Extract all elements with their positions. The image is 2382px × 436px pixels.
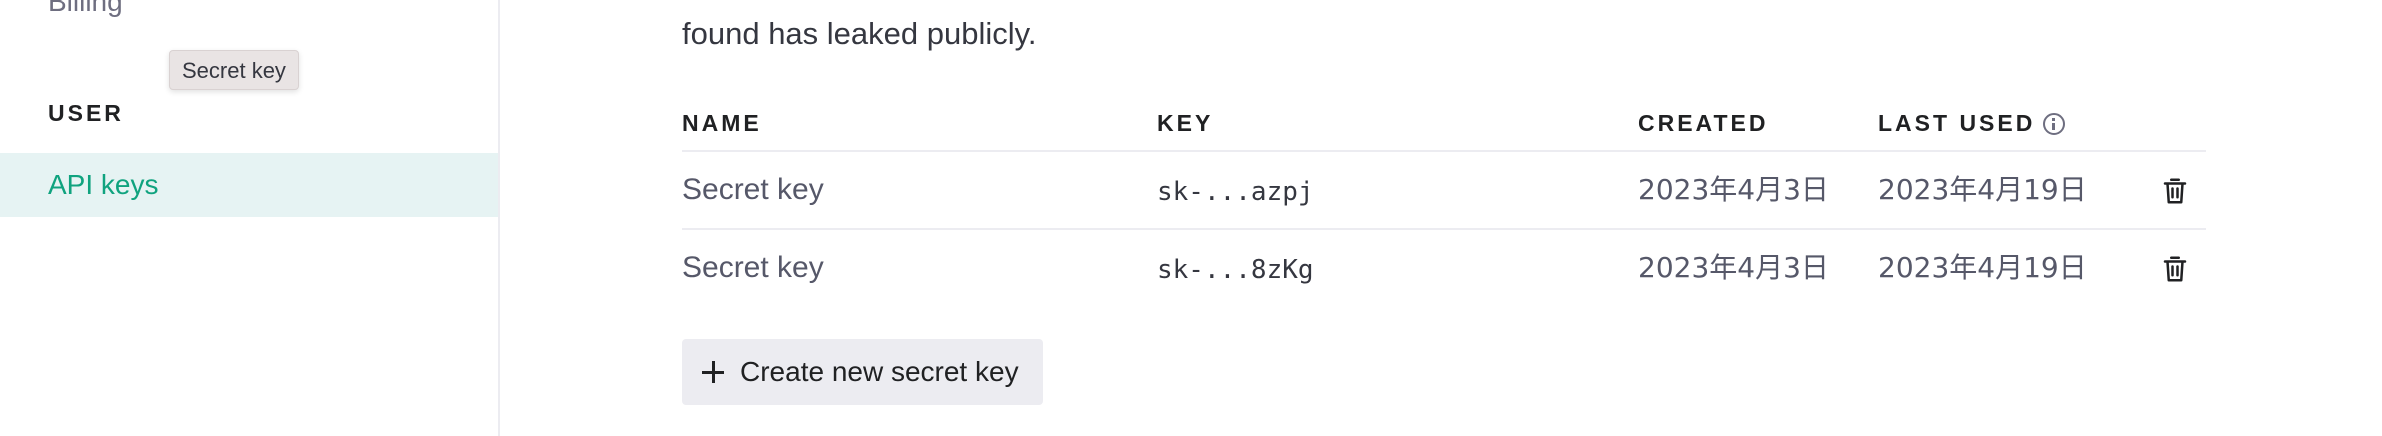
table-row: Secret key sk-...8zKg 2023年4月3日 2023年4月1… [682, 230, 2206, 308]
row-created: 2023年4月3日 [1638, 251, 1829, 284]
row-key: sk-...azpj [1157, 177, 1314, 207]
row-created: 2023年4月3日 [1638, 173, 1829, 206]
column-header-created: CREATED [1638, 110, 1769, 136]
tooltip: Secret key [169, 50, 299, 90]
api-keys-page: Billing Secret key USER API keys found h… [0, 0, 2382, 436]
column-header-name: NAME [682, 110, 762, 136]
trash-icon [2163, 178, 2187, 204]
row-name: Secret key [682, 173, 824, 206]
api-keys-table: NAME KEY CREATED LAST USED Secret key sk… [682, 100, 2206, 308]
delete-key-button[interactable] [2160, 176, 2190, 206]
intro-text: found has leaked publicly. [682, 16, 1037, 51]
column-header-last-used: LAST USED [1878, 110, 2066, 137]
row-last-used: 2023年4月19日 [1878, 251, 2087, 284]
trash-icon [2163, 256, 2187, 282]
info-circle-icon[interactable] [2043, 112, 2066, 135]
column-header-key: KEY [1157, 110, 1214, 136]
main-content: found has leaked publicly. NAME KEY CREA… [682, 0, 2222, 436]
column-header-last-used-label: LAST USED [1878, 110, 2036, 136]
plus-icon [702, 361, 724, 383]
row-last-used: 2023年4月19日 [1878, 173, 2087, 206]
row-key: sk-...8zKg [1157, 255, 1314, 285]
sidebar: Billing Secret key USER API keys [0, 0, 500, 436]
sidebar-item-api-keys[interactable]: API keys [0, 153, 498, 217]
sidebar-item-billing[interactable]: Billing [48, 0, 123, 18]
sidebar-section-user: USER [48, 100, 124, 126]
delete-key-button[interactable] [2160, 254, 2190, 284]
row-name: Secret key [682, 251, 824, 284]
table-header: NAME KEY CREATED LAST USED [682, 100, 2206, 152]
table-row: Secret key sk-...azpj 2023年4月3日 2023年4月1… [682, 152, 2206, 230]
create-secret-key-button[interactable]: Create new secret key [682, 339, 1043, 405]
create-secret-key-label: Create new secret key [740, 356, 1019, 387]
